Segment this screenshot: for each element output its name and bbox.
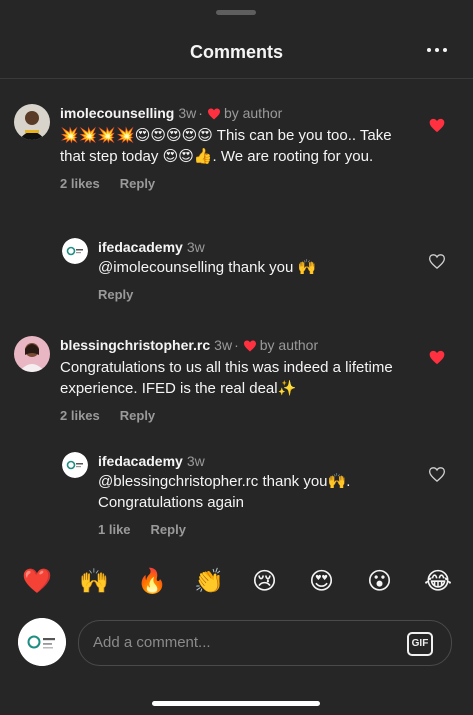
reply-item: ifedacademy 3w @blessingchristopher.rc th… [62, 452, 459, 542]
more-options-icon[interactable] [427, 48, 447, 54]
like-heart-outline-icon[interactable] [428, 254, 446, 274]
comment-actions: Reply [98, 287, 418, 302]
comment-meta: ifedacademy 3w [98, 238, 418, 256]
avatar[interactable] [14, 336, 50, 372]
timestamp: 3w [186, 239, 205, 255]
likes-count[interactable]: 2 likes [60, 408, 100, 423]
like-heart-icon[interactable] [429, 118, 445, 138]
username[interactable]: blessingchristopher.rc [60, 337, 210, 353]
header-divider [0, 78, 473, 79]
crying-face-emoji-button[interactable]: 😢 [252, 565, 277, 599]
likes-count[interactable]: 1 like [98, 522, 131, 537]
laughing-tears-emoji-button[interactable]: 😂 [424, 565, 452, 599]
author-liked-icon [243, 338, 257, 356]
clapping-hands-emoji-button[interactable]: 👏 [194, 565, 224, 599]
gif-button[interactable]: GIF [407, 632, 433, 656]
comment-text: @imolecounselling thank you 🙌 [98, 259, 317, 276]
red-heart-emoji-button[interactable]: ❤️ [22, 565, 52, 599]
comments-header: Comments [0, 38, 473, 68]
by-author-badge: by author [223, 105, 283, 121]
comment-text: 💥💥💥💥😍😍😍😍😍 This can be you too.. Take tha… [60, 127, 392, 165]
comment-item: blessingchristopher.rc 3w · by author Congr… [14, 336, 459, 426]
comment-text: Congratulations to us all this was indee… [60, 359, 393, 397]
drag-handle[interactable] [216, 10, 256, 15]
avatar[interactable] [62, 452, 88, 478]
comment-actions: 2 likes Reply [60, 176, 400, 191]
reply-button[interactable]: Reply [120, 408, 155, 423]
surprised-face-emoji-button[interactable]: 😮 [367, 565, 392, 599]
heart-eyes-emoji-button[interactable]: 😍 [309, 565, 334, 599]
likes-count[interactable]: 2 likes [60, 176, 100, 191]
comment-actions: 1 like Reply [98, 522, 403, 537]
reply-button[interactable]: Reply [120, 176, 155, 191]
page-title: Comments [189, 42, 283, 62]
comment-meta: blessingchristopher.rc 3w · by author [60, 336, 405, 356]
timestamp: 3w [178, 105, 197, 121]
avatar[interactable] [62, 238, 88, 264]
timestamp: 3w [214, 337, 233, 353]
author-liked-icon [207, 106, 221, 124]
username[interactable]: imolecounselling [60, 105, 174, 121]
comment-meta: imolecounselling 3w · by author [60, 104, 400, 124]
username[interactable]: ifedacademy [98, 453, 183, 469]
separator-dot: · [198, 105, 203, 121]
like-heart-icon[interactable] [429, 350, 445, 370]
comment-meta: ifedacademy 3w [98, 452, 403, 470]
like-heart-outline-icon[interactable] [428, 467, 446, 487]
timestamp: 3w [186, 453, 205, 469]
separator-dot: · [234, 337, 239, 353]
comment-item: imolecounselling 3w · by author 💥💥💥💥😍😍😍😍😍 T… [14, 104, 459, 214]
by-author-badge: by author [259, 337, 319, 353]
quick-reactions-bar: ❤️ 🙌 🔥 👏 😢 😍 😮 😂 [0, 565, 473, 601]
comment-actions: 2 likes Reply [60, 408, 405, 423]
comment-input-placeholder: Add a comment... [93, 634, 211, 651]
username[interactable]: ifedacademy [98, 239, 183, 255]
home-indicator [152, 701, 320, 706]
fire-emoji-button[interactable]: 🔥 [137, 565, 167, 599]
raising-hands-emoji-button[interactable]: 🙌 [79, 565, 109, 599]
reply-item: ifedacademy 3w @imolecounselling thank yo… [62, 238, 459, 308]
comment-text: @blessingchristopher.rc thank you🙌. Cong… [98, 473, 351, 511]
current-user-avatar[interactable] [18, 618, 66, 666]
comment-input[interactable]: Add a comment... GIF [78, 620, 452, 666]
avatar[interactable] [14, 104, 50, 140]
comment-composer: Add a comment... GIF [18, 618, 458, 668]
reply-button[interactable]: Reply [98, 287, 133, 302]
reply-button[interactable]: Reply [151, 522, 186, 537]
